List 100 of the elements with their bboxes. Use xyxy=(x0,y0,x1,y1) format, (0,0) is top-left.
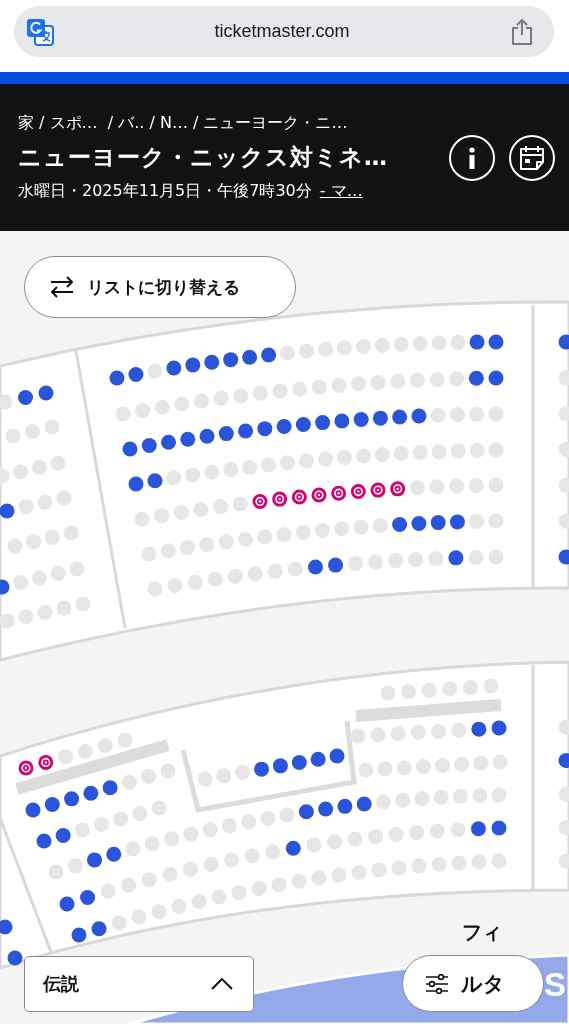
available-seat[interactable] xyxy=(83,785,99,801)
available-seat[interactable] xyxy=(0,503,15,519)
available-seat[interactable] xyxy=(329,748,345,764)
available-seat[interactable] xyxy=(128,367,144,382)
available-seat[interactable] xyxy=(141,438,157,454)
available-seat[interactable] xyxy=(87,852,102,868)
available-seat[interactable] xyxy=(392,517,408,533)
info-button[interactable] xyxy=(449,134,495,181)
legend-button[interactable]: 伝説 xyxy=(24,956,254,1012)
resale-seat[interactable] xyxy=(350,484,366,500)
available-seat[interactable] xyxy=(199,428,215,444)
available-seat[interactable] xyxy=(38,385,54,401)
available-seat[interactable] xyxy=(91,921,107,937)
available-seat[interactable] xyxy=(223,352,239,368)
swap-icon xyxy=(49,275,75,299)
available-seat[interactable] xyxy=(18,390,33,405)
calendar-icon xyxy=(519,144,545,171)
breadcrumb[interactable]: 家 / スポ… / バ.. / N… / ニューヨーク・ニ… xyxy=(18,113,449,134)
filter-label: フィ xyxy=(462,919,502,946)
available-seat[interactable] xyxy=(392,409,408,425)
resale-seat[interactable] xyxy=(291,489,307,505)
available-seat[interactable] xyxy=(59,896,75,912)
available-seat[interactable] xyxy=(298,804,314,820)
available-seat[interactable] xyxy=(295,416,311,432)
resale-seat[interactable] xyxy=(390,481,406,497)
available-seat[interactable] xyxy=(106,846,122,862)
available-seat[interactable] xyxy=(315,415,331,431)
available-seat[interactable] xyxy=(64,791,80,807)
venue-link[interactable]: - マ… xyxy=(319,181,363,202)
address-bar[interactable]: ticketmaster.com xyxy=(14,6,554,57)
available-seat[interactable] xyxy=(488,370,504,386)
available-seat[interactable] xyxy=(257,421,273,437)
available-seat[interactable] xyxy=(261,347,277,363)
available-seat[interactable] xyxy=(307,559,323,575)
available-seat[interactable] xyxy=(471,721,487,737)
calendar-button[interactable] xyxy=(509,134,555,181)
available-seat[interactable] xyxy=(558,334,569,350)
available-seat[interactable] xyxy=(318,801,334,817)
share-icon[interactable] xyxy=(510,17,534,46)
available-seat[interactable] xyxy=(147,473,163,489)
available-seat[interactable] xyxy=(25,802,41,818)
available-seat[interactable] xyxy=(36,833,52,849)
available-seat[interactable] xyxy=(44,796,60,812)
available-seat[interactable] xyxy=(254,761,270,777)
available-seat[interactable] xyxy=(558,753,569,768)
resale-seat[interactable] xyxy=(311,487,327,503)
available-seat[interactable] xyxy=(272,758,288,774)
available-seat[interactable] xyxy=(491,720,507,736)
available-seat[interactable] xyxy=(276,418,292,434)
resale-seat[interactable] xyxy=(38,754,54,770)
available-seat[interactable] xyxy=(469,334,485,350)
available-seat[interactable] xyxy=(470,821,486,837)
available-seat[interactable] xyxy=(334,413,350,429)
url-text[interactable]: ticketmaster.com xyxy=(54,21,510,42)
available-seat[interactable] xyxy=(128,476,144,492)
available-seat[interactable] xyxy=(558,549,569,565)
available-seat[interactable] xyxy=(80,890,96,905)
resale-seat[interactable] xyxy=(272,491,288,507)
available-seat[interactable] xyxy=(55,828,71,843)
event-date: 水曜日・2025年11月5日・午後7時30分 xyxy=(18,181,312,202)
available-seat[interactable] xyxy=(242,349,258,365)
available-seat[interactable] xyxy=(356,796,372,812)
available-seat[interactable] xyxy=(310,751,326,767)
resale-seat[interactable] xyxy=(252,493,268,509)
info-icon xyxy=(468,146,476,169)
available-seat[interactable] xyxy=(204,354,220,370)
resale-seat[interactable] xyxy=(331,485,347,501)
available-seat[interactable] xyxy=(180,431,196,447)
event-title: ニューヨーク・ニックス対ミネ… xyxy=(18,143,389,172)
filter-button[interactable]: ルタ xyxy=(402,955,544,1012)
available-seat[interactable] xyxy=(291,755,307,771)
available-seat[interactable] xyxy=(185,357,201,373)
available-seat[interactable] xyxy=(488,334,504,350)
available-seat[interactable] xyxy=(468,370,484,386)
available-seat[interactable] xyxy=(411,516,427,531)
available-seat[interactable] xyxy=(218,426,234,442)
available-seat[interactable] xyxy=(285,840,301,856)
available-seat[interactable] xyxy=(411,408,427,424)
available-seat[interactable] xyxy=(161,434,177,450)
list-toggle-button[interactable]: リストに切り替える xyxy=(24,256,296,318)
available-seat[interactable] xyxy=(166,360,182,376)
available-seat[interactable] xyxy=(7,950,23,966)
available-seat[interactable] xyxy=(328,557,344,573)
available-seat[interactable] xyxy=(353,411,369,427)
available-seat[interactable] xyxy=(448,550,464,566)
available-seat[interactable] xyxy=(238,423,254,439)
available-seat[interactable] xyxy=(372,410,388,426)
available-seat[interactable] xyxy=(109,370,125,386)
available-seat[interactable] xyxy=(71,927,87,943)
resale-seat[interactable] xyxy=(18,760,34,776)
available-seat[interactable] xyxy=(0,919,13,935)
available-seat[interactable] xyxy=(0,579,10,595)
available-seat[interactable] xyxy=(449,514,465,530)
available-seat[interactable] xyxy=(122,441,138,457)
available-seat[interactable] xyxy=(102,780,118,796)
available-seat[interactable] xyxy=(337,798,353,814)
resale-seat[interactable] xyxy=(370,482,386,498)
available-seat[interactable] xyxy=(430,515,446,531)
translate-icon[interactable] xyxy=(26,17,54,46)
available-seat[interactable] xyxy=(491,820,507,836)
